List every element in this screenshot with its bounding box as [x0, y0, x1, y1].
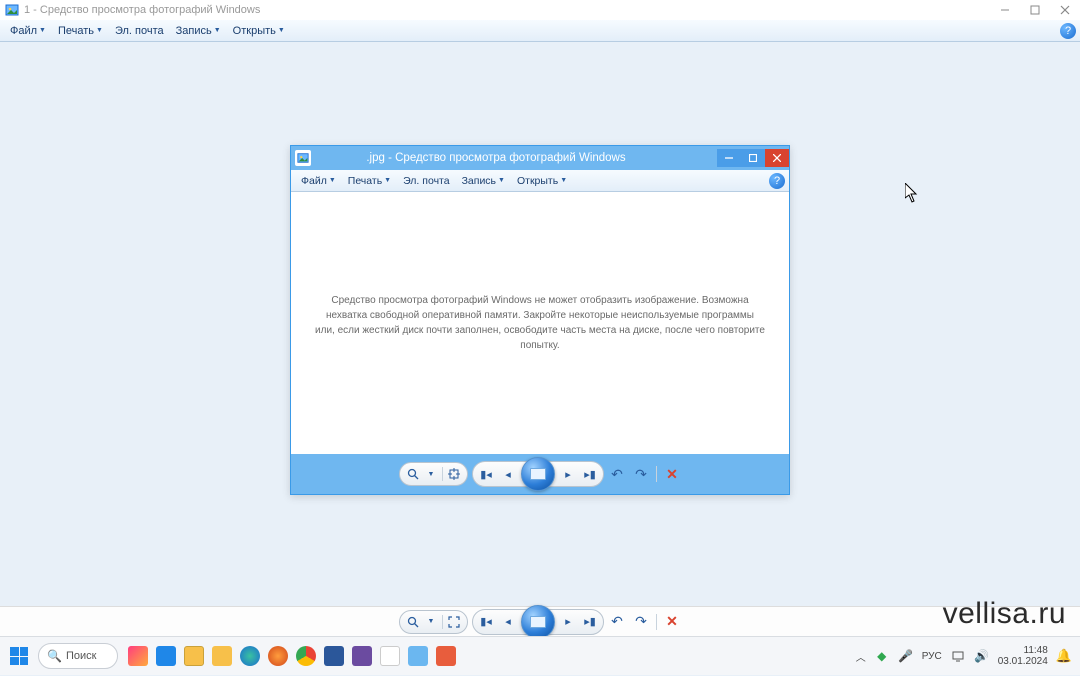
- tray-network-icon[interactable]: [950, 648, 966, 664]
- tray-date: 03.01.2024: [998, 656, 1048, 667]
- taskbar-app-10[interactable]: [378, 642, 402, 670]
- tray-clock[interactable]: 11:48 03.01.2024: [998, 645, 1048, 667]
- taskbar-word[interactable]: [322, 642, 346, 670]
- outer-photo-viewer-window: 1 - Средство просмотра фотографий Window…: [0, 0, 1080, 636]
- inner-menu-email[interactable]: Эл. почта: [397, 175, 455, 187]
- outer-rotate-cw-icon[interactable]: ↷: [632, 613, 650, 631]
- tray-volume-icon[interactable]: 🔊: [974, 648, 990, 664]
- search-placeholder: Поиск: [66, 650, 96, 662]
- start-button[interactable]: [0, 637, 38, 676]
- fit-icon[interactable]: [447, 468, 461, 480]
- inner-player-controls: ▼ ▮◂ ◂ ▸ ▸▮ ↶ ↷ ✕: [399, 461, 681, 487]
- inner-app-icon: [295, 150, 311, 166]
- inner-content: Средство просмотра фотографий Windows не…: [291, 192, 789, 454]
- first-icon[interactable]: ▮◂: [475, 468, 497, 481]
- nav-pill: ▮◂ ◂ ▸ ▸▮: [472, 461, 604, 487]
- tray-shield-icon[interactable]: ◆: [874, 648, 890, 664]
- taskbar-explorer[interactable]: [182, 642, 206, 670]
- slideshow-button[interactable]: [521, 457, 555, 491]
- inner-titlebar[interactable]: .jpg - Средство просмотра фотографий Win…: [291, 146, 789, 170]
- prev-icon[interactable]: ◂: [497, 468, 519, 481]
- error-message: Средство просмотра фотографий Windows не…: [315, 293, 765, 353]
- inner-help-icon[interactable]: ?: [769, 173, 785, 189]
- inner-menubar: Файл▼ Печать▼ Эл. почта Запись▼ Открыть▼…: [291, 170, 789, 192]
- taskbar-edge[interactable]: [238, 642, 262, 670]
- outer-last-icon[interactable]: ▸▮: [579, 615, 601, 628]
- outer-titlebar[interactable]: 1 - Средство просмотра фотографий Window…: [0, 0, 1080, 20]
- app-icon: [4, 2, 20, 18]
- outer-menubar: Файл▼ Печать▼ Эл. почта Запись▼ Открыть▼…: [0, 20, 1080, 42]
- inner-photo-viewer-window[interactable]: .jpg - Средство просмотра фотографий Win…: [290, 145, 790, 495]
- tray-time: 11:48: [998, 645, 1048, 656]
- taskbar-photo-viewer[interactable]: [406, 642, 430, 670]
- taskbar-chrome[interactable]: [294, 642, 318, 670]
- next-icon[interactable]: ▸: [557, 468, 579, 481]
- outer-zoom-icon[interactable]: [406, 616, 420, 628]
- rotate-delete-group: ↶ ↷ ✕: [608, 465, 681, 483]
- inner-menu-print[interactable]: Печать▼: [342, 175, 397, 187]
- watermark-text: vellisa.ru: [943, 597, 1066, 631]
- last-icon[interactable]: ▸▮: [579, 468, 601, 481]
- windows-logo-icon: [10, 647, 28, 665]
- outer-toolbar: ▼ ▮◂ ◂ ▸ ▸▮ ↶ ↷ ✕: [0, 606, 1080, 636]
- outer-body: .jpg - Средство просмотра фотографий Win…: [0, 42, 1080, 636]
- outer-close-button[interactable]: [1050, 0, 1080, 20]
- system-tray: ︿ ◆ 🎤 РУС 🔊 11:48 03.01.2024 🔔: [856, 645, 1080, 667]
- tray-mic-icon[interactable]: 🎤: [898, 648, 914, 664]
- menu-burn[interactable]: Запись▼: [170, 25, 227, 37]
- taskbar-pinned-apps: [126, 642, 458, 670]
- search-icon: 🔍: [47, 649, 62, 663]
- outer-fit-icon[interactable]: [447, 616, 461, 628]
- outer-zoom-pill: ▼: [399, 610, 468, 634]
- inner-close-button[interactable]: [765, 149, 789, 167]
- menu-file[interactable]: Файл▼: [4, 25, 52, 37]
- zoom-pill: ▼: [399, 462, 468, 486]
- taskbar-app-4[interactable]: [210, 642, 234, 670]
- tray-notification-icon[interactable]: 🔔: [1056, 648, 1072, 664]
- outer-nav-pill: ▮◂ ◂ ▸ ▸▮: [472, 609, 604, 635]
- taskbar-search[interactable]: 🔍 Поиск: [38, 643, 118, 669]
- taskbar-app-2[interactable]: [154, 642, 178, 670]
- outer-zoom-dropdown-icon[interactable]: ▼: [424, 618, 438, 625]
- inner-menu-burn[interactable]: Запись▼: [456, 175, 511, 187]
- tray-language[interactable]: РУС: [922, 651, 942, 662]
- taskbar-app-1[interactable]: [126, 642, 150, 670]
- outer-next-icon[interactable]: ▸: [557, 615, 579, 628]
- menu-print[interactable]: Печать▼: [52, 25, 109, 37]
- outer-prev-icon[interactable]: ◂: [497, 615, 519, 628]
- outer-slideshow-button[interactable]: [521, 605, 555, 639]
- taskbar-app-9[interactable]: [350, 642, 374, 670]
- help-icon[interactable]: ?: [1060, 23, 1076, 39]
- outer-delete-icon[interactable]: ✕: [663, 613, 681, 631]
- outer-maximize-button[interactable]: [1020, 0, 1050, 20]
- delete-icon[interactable]: ✕: [663, 465, 681, 483]
- outer-rotate-delete-group: ↶ ↷ ✕: [608, 613, 681, 631]
- menu-email[interactable]: Эл. почта: [109, 25, 170, 37]
- inner-toolbar: ▼ ▮◂ ◂ ▸ ▸▮ ↶ ↷ ✕: [291, 454, 789, 494]
- inner-maximize-button[interactable]: [741, 149, 765, 167]
- taskbar-app-12[interactable]: [434, 642, 458, 670]
- zoom-icon[interactable]: [406, 468, 420, 480]
- outer-minimize-button[interactable]: [990, 0, 1020, 20]
- inner-minimize-button[interactable]: [717, 149, 741, 167]
- outer-title-text: 1 - Средство просмотра фотографий Window…: [24, 4, 260, 16]
- taskbar-firefox[interactable]: [266, 642, 290, 670]
- rotate-ccw-icon[interactable]: ↶: [608, 465, 626, 483]
- inner-menu-open[interactable]: Открыть▼: [511, 175, 573, 187]
- outer-player-controls: ▼ ▮◂ ◂ ▸ ▸▮ ↶ ↷ ✕: [399, 609, 681, 635]
- zoom-dropdown-icon[interactable]: ▼: [424, 471, 438, 478]
- outer-rotate-ccw-icon[interactable]: ↶: [608, 613, 626, 631]
- taskbar[interactable]: 🔍 Поиск ︿ ◆ 🎤 РУС 🔊 11:48 03.01.2024 🔔: [0, 636, 1080, 675]
- inner-title-text: .jpg - Средство просмотра фотографий Win…: [315, 152, 717, 164]
- inner-menu-file[interactable]: Файл▼: [295, 175, 342, 187]
- rotate-cw-icon[interactable]: ↷: [632, 465, 650, 483]
- tray-overflow-icon[interactable]: ︿: [856, 649, 866, 664]
- outer-first-icon[interactable]: ▮◂: [475, 615, 497, 628]
- menu-open[interactable]: Открыть▼: [227, 25, 291, 37]
